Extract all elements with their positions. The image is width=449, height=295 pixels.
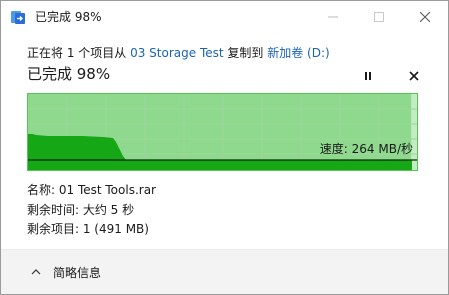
items-remaining: 剩余项目: 1 (491 MB) bbox=[27, 222, 149, 236]
window-title: 已完成 98% bbox=[35, 10, 102, 24]
file-copy-icon bbox=[10, 9, 26, 25]
copy-description-prefix: 正在将 1 个项目从 bbox=[27, 46, 131, 60]
maximize-button[interactable] bbox=[356, 1, 402, 33]
close-icon bbox=[420, 12, 430, 22]
copy-progress-window: 已完成 98% 正在将 1 个项目从 03 Storage Test 复制到 新… bbox=[0, 0, 449, 295]
file-name: 名称: 01 Test Tools.rar bbox=[27, 183, 156, 197]
cancel-button[interactable] bbox=[405, 67, 423, 85]
title-bar[interactable]: 已完成 98% bbox=[1, 1, 448, 33]
pause-button[interactable] bbox=[359, 67, 377, 85]
close-button[interactable] bbox=[402, 1, 448, 33]
chevron-up-icon bbox=[31, 269, 41, 275]
progress-status: 已完成 98% bbox=[27, 65, 111, 83]
pause-icon bbox=[365, 72, 371, 80]
copy-description: 正在将 1 个项目从 03 Storage Test 复制到 新加卷 (D:) bbox=[27, 45, 330, 61]
destination-drive-link[interactable]: 新加卷 (D:) bbox=[267, 46, 329, 60]
copy-description-middle: 复制到 bbox=[223, 46, 268, 60]
speed-graph: 速度: 264 MB/秒 bbox=[27, 93, 418, 171]
fewer-details-toggle[interactable]: 简略信息 bbox=[29, 264, 101, 280]
time-remaining: 剩余时间: 大约 5 秒 bbox=[27, 203, 135, 217]
minimize-icon bbox=[328, 16, 338, 18]
cancel-icon bbox=[409, 71, 419, 81]
speed-readout: 速度: 264 MB/秒 bbox=[319, 142, 413, 156]
maximize-icon bbox=[374, 12, 384, 22]
minimize-button[interactable] bbox=[310, 1, 356, 33]
footer-bar: 简略信息 bbox=[1, 250, 448, 294]
speed-graph-canvas bbox=[28, 94, 417, 170]
details-toggle-label: 简略信息 bbox=[53, 265, 102, 280]
source-folder-link[interactable]: 03 Storage Test bbox=[130, 46, 223, 60]
